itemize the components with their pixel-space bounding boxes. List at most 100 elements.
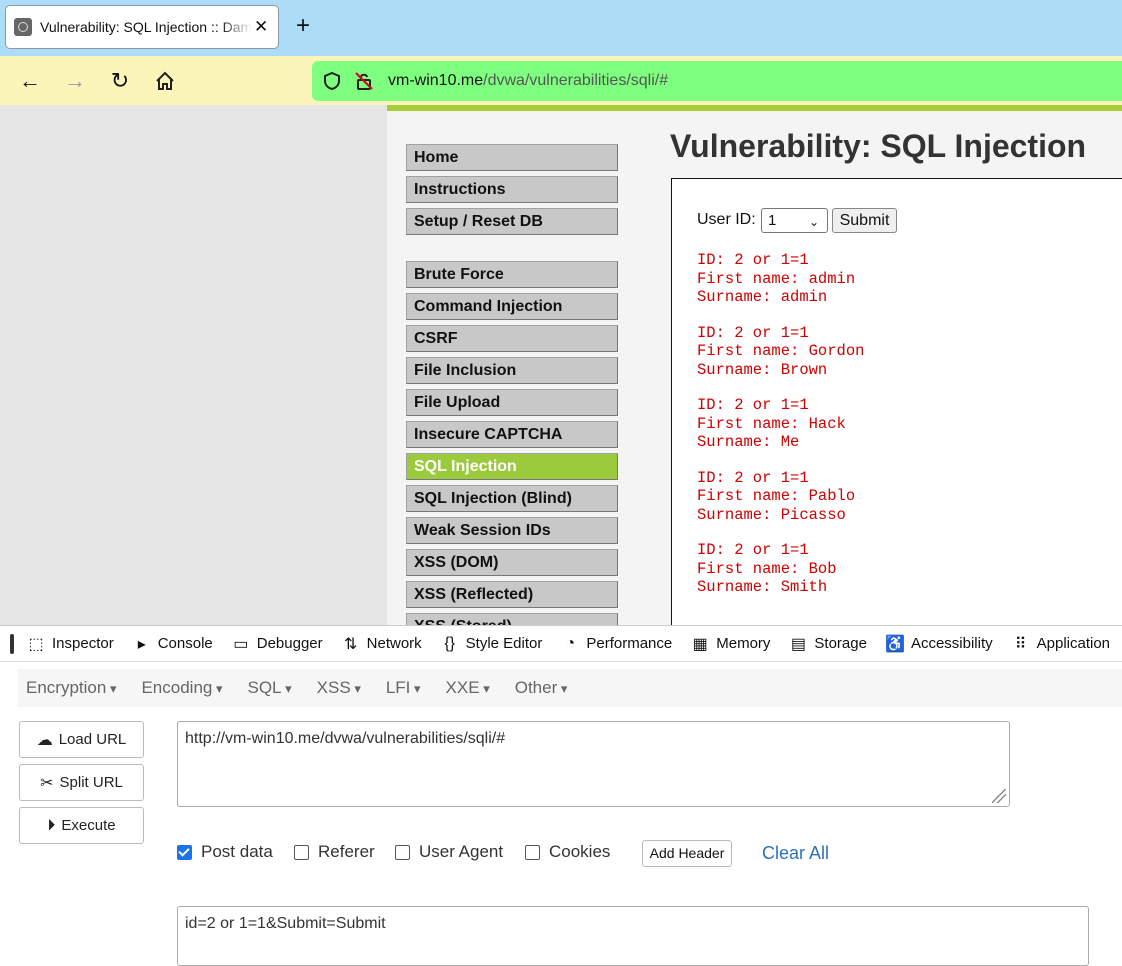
checkbox-icon[interactable] (395, 844, 410, 860)
chevron-down-icon: ⌄ (808, 215, 819, 229)
tab-style-editor[interactable]: {} Style Editor (440, 634, 543, 653)
performance-icon: ◔ (565, 634, 576, 652)
clear-all-link[interactable]: Clear All (762, 843, 829, 864)
menu-item-sql-injection[interactable]: SQL Injection (406, 453, 618, 480)
tab-label: Style Editor (465, 635, 543, 652)
split-url-button[interactable]: ✂ Split URL (19, 764, 144, 801)
execute-label: Execute (61, 817, 116, 834)
result-block: ID: 2 or 1=1 First name: Hack Surname: Me (697, 396, 846, 452)
tab-label: Storage (814, 635, 867, 652)
submit-button[interactable]: Submit (832, 208, 897, 233)
menu-item-weak-session-ids[interactable]: Weak Session IDs (406, 517, 618, 544)
tab-debugger[interactable]: ▭ Debugger (231, 634, 322, 654)
result-first-line: First name: admin (697, 269, 856, 288)
referer-checkbox[interactable]: Referer (294, 842, 375, 862)
tab-label: Console (157, 635, 213, 652)
result-first-line: First name: Pablo (697, 487, 856, 505)
tab-label: Memory (716, 635, 771, 652)
menu-item-xss-reflected[interactable]: XSS (Reflected) (406, 581, 618, 608)
result-block: ID: 2 or 1=1 First name: Bob Surname: Smit… (697, 541, 837, 597)
menu-encoding[interactable]: Encoding (141, 678, 222, 698)
result-id-line: ID: 2 or 1=1 (697, 323, 809, 342)
post-data-checkbox[interactable]: Post data (177, 842, 273, 862)
user-id-label: User ID: (697, 211, 756, 228)
console-icon: ▸ (137, 635, 146, 653)
tab-network[interactable]: ⇅ Network (341, 634, 422, 654)
result-last-line: Surname: admin (697, 288, 828, 306)
menu-item-command-injection[interactable]: Command Injection (406, 293, 618, 320)
menu-item-xss-dom[interactable]: XSS (DOM) (406, 549, 618, 576)
element-picker-icon[interactable] (10, 633, 14, 654)
result-last-line: Surname: Picasso (697, 505, 846, 524)
menu-item-csrf[interactable]: CSRF (406, 325, 618, 352)
memory-icon: ▦ (692, 635, 708, 653)
menu-xss[interactable]: XSS (317, 678, 361, 698)
tab-application[interactable]: ⠿ Application (1011, 634, 1110, 654)
split-url-label: Split URL (59, 774, 123, 791)
menu-xxe[interactable]: XXE (446, 678, 490, 698)
tab-inspector[interactable]: ⬚ Inspector (26, 634, 114, 654)
menu-item-insecure-captcha[interactable]: Insecure CAPTCHA (406, 421, 618, 448)
menu-item-file-inclusion[interactable]: File Inclusion (406, 357, 618, 384)
user-id-select[interactable]: 1 ⌄ (761, 208, 828, 233)
scissors-icon: ✂ (40, 774, 54, 792)
tab-console[interactable]: ▸ Console (132, 634, 213, 654)
post-data-textarea[interactable]: id=2 or 1=1&Submit=Submit (177, 906, 1089, 966)
url-textarea-value: http://vm-win10.me/dvwa/vulnerabilities/… (185, 730, 506, 747)
menu-item-setup-reset-db[interactable]: Setup / Reset DB (406, 208, 618, 235)
devtools-toolbar: ⬚ Inspector ▸ Console ▭ Debugger ⇅ Network {… (0, 626, 1122, 662)
resize-grip-icon[interactable] (992, 789, 1006, 803)
user-agent-checkbox[interactable]: User Agent (395, 842, 503, 862)
result-id-line: ID: 2 or 1=1 (697, 468, 809, 487)
referer-label: Referer (318, 842, 375, 861)
load-url-label: Load URL (58, 731, 127, 748)
url-textarea[interactable]: http://vm-win10.me/dvwa/vulnerabilities/… (177, 721, 1010, 807)
accessibility-icon: ♿ (884, 635, 905, 653)
menu-item-instructions[interactable]: Instructions (406, 176, 618, 203)
cloud-download-icon: ☁ (36, 731, 53, 749)
result-first-line: First name: Gordon (697, 342, 865, 360)
add-header-button[interactable]: Add Header (642, 840, 732, 867)
checkbox-icon[interactable] (525, 844, 540, 860)
result-id-line: ID: 2 or 1=1 (697, 396, 809, 414)
post-data-label: Post data (201, 842, 273, 861)
menu-lfi[interactable]: LFI (386, 678, 421, 698)
tab-storage[interactable]: ▤ Storage (788, 634, 867, 654)
tab-label: Accessibility (910, 635, 993, 652)
debugger-icon: ▭ (233, 635, 249, 653)
execute-button[interactable]: ⏵ Execute (19, 807, 144, 844)
cookies-checkbox[interactable]: Cookies (525, 842, 610, 862)
load-url-button[interactable]: ☁ Load URL (19, 721, 144, 758)
result-last-line: Surname: Smith (697, 578, 828, 596)
checkbox-checked-icon[interactable] (177, 844, 192, 860)
storage-icon: ▤ (790, 635, 806, 653)
tab-label: Inspector (52, 635, 114, 652)
post-data-value: id=2 or 1=1&Submit=Submit (185, 915, 386, 932)
tab-label: Performance (586, 635, 673, 652)
network-icon: ⇅ (343, 635, 358, 653)
tab-accessibility[interactable]: ♿ Accessibility (885, 634, 993, 654)
result-last-line: Surname: Me (697, 433, 800, 451)
checkbox-icon[interactable] (294, 844, 309, 860)
result-last-line: Surname: Brown (697, 360, 828, 379)
play-circle-icon: ⏵ (47, 816, 56, 834)
result-first-line: First name: Bob (697, 559, 837, 578)
menu-item-file-upload[interactable]: File Upload (406, 389, 618, 416)
cookies-label: Cookies (549, 842, 611, 861)
menu-encryption[interactable]: Encryption (26, 678, 116, 698)
style-editor-icon: {} (444, 634, 455, 652)
menu-sql[interactable]: SQL (248, 678, 292, 698)
menu-other[interactable]: Other (515, 678, 568, 698)
page-title: Vulnerability: SQL Injection (670, 128, 1087, 164)
menu-item-sql-injection-blind[interactable]: SQL Injection (Blind) (406, 485, 618, 512)
hackbar-menu-bar: Encryption Encoding SQL XSS LFI XXE Othe… (18, 669, 1122, 707)
user-id-selected: 1 (768, 212, 777, 229)
tab-label: Application (1036, 635, 1111, 652)
tab-performance[interactable]: ◔ Performance (560, 634, 673, 653)
application-icon: ⠿ (1014, 635, 1027, 653)
user-agent-label: User Agent (419, 842, 504, 861)
menu-item-home[interactable]: Home (406, 144, 618, 171)
menu-item-brute-force[interactable]: Brute Force (406, 261, 618, 288)
menu-item-xss-stored[interactable]: XSS (Stored) (406, 613, 618, 625)
tab-memory[interactable]: ▦ Memory (690, 634, 771, 654)
